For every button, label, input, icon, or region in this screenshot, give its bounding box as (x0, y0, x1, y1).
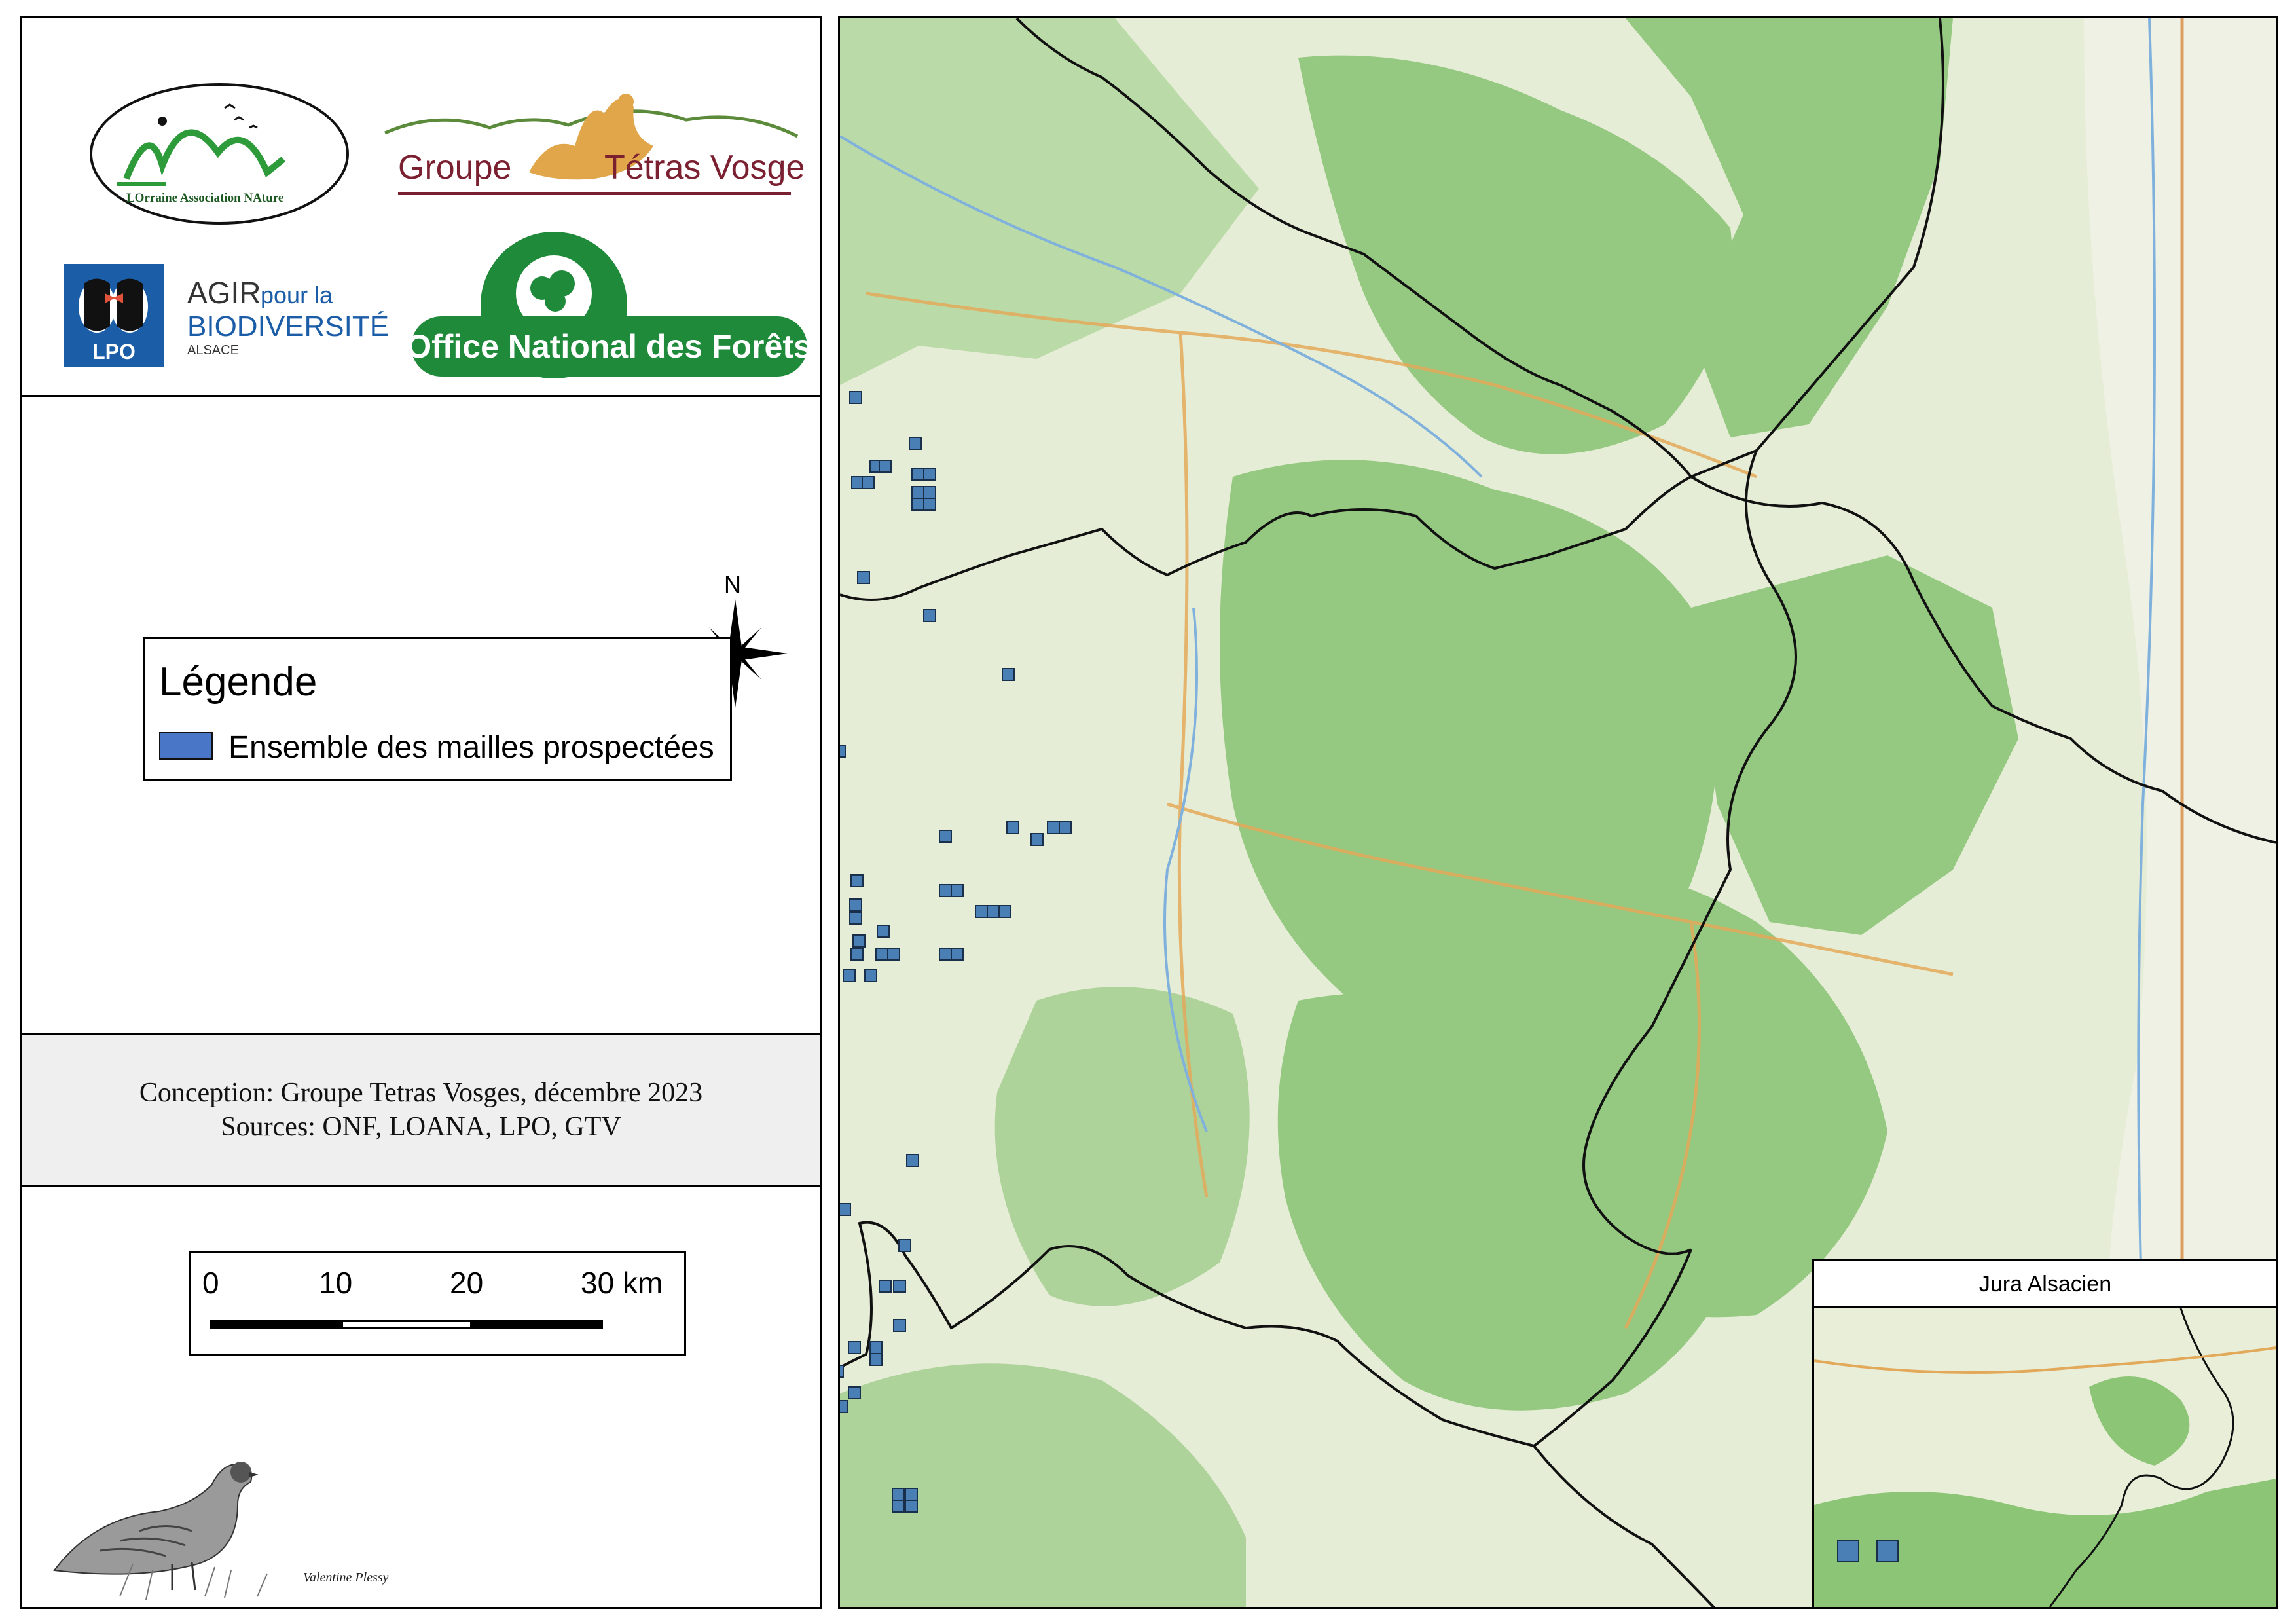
inset-cell (1876, 1540, 1899, 1562)
prospected-cell (905, 1488, 918, 1501)
scale-segment-1 (210, 1320, 341, 1329)
prospected-cell (939, 884, 952, 897)
prospected-cell (877, 925, 890, 938)
scale-tick-20: 20 (450, 1266, 484, 1300)
prospected-cell (998, 905, 1011, 918)
prospected-cell (840, 1400, 848, 1413)
prospected-cell (975, 905, 988, 918)
loana-text: LOrraine Association NAture (126, 191, 283, 205)
prospected-cell (843, 969, 856, 982)
prospected-cell (850, 874, 864, 887)
inset-map (1814, 1308, 2276, 1607)
prospected-cell (893, 1280, 906, 1293)
inset-cell (1837, 1540, 1859, 1562)
prospected-cell (1002, 668, 1015, 681)
scale-bar: 0 10 20 30 km (189, 1251, 686, 1356)
info-panel: LOrraine Association NAture Groupe Tétra… (20, 16, 822, 1609)
prospected-cell (848, 1341, 861, 1354)
prospected-cell (887, 948, 900, 961)
prospected-cell (893, 1319, 906, 1332)
prospected-cell (951, 884, 964, 897)
prospected-cell (852, 934, 866, 948)
prospected-cell (923, 609, 936, 622)
prospected-cell (939, 948, 952, 961)
lpo-text-agir: AGIR (187, 276, 261, 310)
credits-line-2: Sources: ONF, LOANA, LPO, GTV (221, 1112, 621, 1142)
lpo-badge: LPO (92, 340, 136, 363)
prospected-cell (892, 1500, 905, 1513)
prospected-cell (849, 898, 862, 912)
prospected-cell (1047, 821, 1060, 834)
illustrator-signature: Valentine Plessy (303, 1570, 389, 1585)
prospected-cell (923, 468, 936, 481)
prospected-cell (1006, 821, 1019, 834)
prospected-cell (923, 498, 936, 511)
prospected-cell (875, 948, 888, 961)
gtv-text-groupe: Groupe (398, 149, 511, 187)
prospected-cell (864, 969, 877, 982)
prospected-cell (849, 912, 862, 925)
lpo-text-alsace: ALSACE (187, 343, 239, 358)
lpo-text-pour: pour la (261, 282, 333, 308)
prospected-cell (909, 437, 922, 450)
scale-tick-30: 30 km (581, 1266, 663, 1300)
gtv-text-tetras: Tétras Vosges (604, 149, 804, 187)
prospected-cell (848, 1386, 861, 1399)
scale-segment-3 (472, 1320, 603, 1329)
prospected-cell (840, 1365, 844, 1378)
prospected-cell (939, 830, 952, 843)
prospected-cell (879, 1280, 892, 1293)
scale-tick-0: 0 (202, 1266, 219, 1300)
prospected-cell (840, 745, 846, 758)
onf-logo: Office National des Forêts (405, 228, 814, 388)
prospected-cell (869, 1353, 883, 1366)
lpo-logo: LPO AGIR pour la BIODIVERSITÉ ALSACE (64, 264, 392, 382)
prospected-cell (905, 1500, 918, 1513)
gtv-logo: Groupe Tétras Vosges (378, 74, 822, 212)
map-frame[interactable]: Jura Alsacien (838, 16, 2278, 1609)
prospected-cell (911, 486, 924, 499)
prospected-cell (857, 571, 870, 584)
grouse-illustration (41, 1407, 316, 1616)
prospected-cell (911, 468, 924, 481)
prospected-cell (1059, 821, 1072, 834)
loana-logo: LOrraine Association NAture (87, 81, 352, 228)
north-label: N (724, 571, 741, 598)
credits-line-1: Conception: Groupe Tetras Vosges, décemb… (139, 1078, 703, 1108)
prospected-cell (911, 498, 924, 511)
header-separator (22, 395, 820, 397)
prospected-cell (862, 476, 875, 489)
legend: Légende Ensemble des mailles prospectées (143, 637, 732, 781)
prospected-cell (898, 1239, 911, 1252)
prospected-cell (840, 1203, 851, 1216)
prospected-cell (850, 948, 864, 961)
prospected-cell (987, 905, 1000, 918)
legend-swatch (159, 732, 213, 760)
prospected-cell (1030, 833, 1044, 846)
prospected-cell (892, 1488, 905, 1501)
prospected-cell (879, 460, 892, 473)
prospected-cell (906, 1154, 919, 1167)
prospected-cell (923, 486, 936, 499)
legend-item-label: Ensemble des mailles prospectées (228, 730, 714, 765)
scale-segment-2 (341, 1320, 472, 1329)
legend-title: Légende (159, 659, 318, 705)
inset-title: Jura Alsacien (1814, 1261, 2276, 1308)
inset-jura-alsacien[interactable]: Jura Alsacien (1812, 1259, 2276, 1607)
scale-tick-10: 10 (319, 1266, 353, 1300)
credits: Conception: Groupe Tetras Vosges, décemb… (22, 1033, 820, 1187)
prospected-cell (869, 1341, 883, 1354)
lpo-text-biodiversite: BIODIVERSITÉ (187, 310, 389, 342)
onf-text: Office National des Forêts (406, 328, 812, 365)
prospected-cell (951, 948, 964, 961)
prospected-cell (849, 391, 862, 404)
